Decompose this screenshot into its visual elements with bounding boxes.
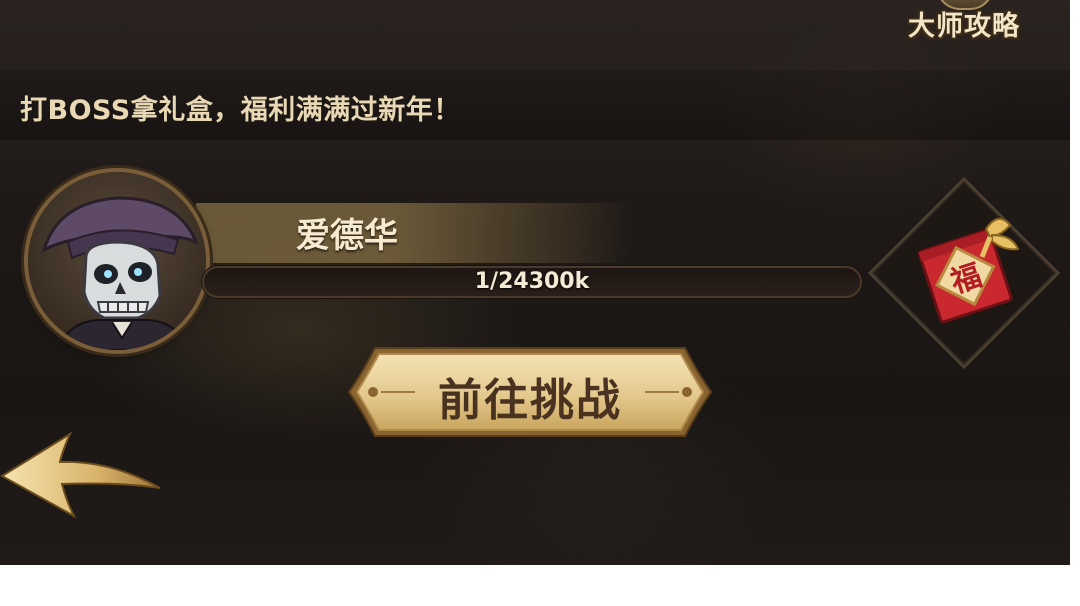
boss-hp-bar: 1/24300k [202,266,862,298]
skeleton-pirate-avatar [41,196,199,350]
back-arrow-icon [0,431,161,519]
game-scene: 大师攻略 打BOSS拿礼盒，福利满满过新年！ 爱德华 1/24300k 福 前往… [0,0,1070,565]
boss-hp-text: 1/24300k [474,269,590,294]
challenge-button[interactable]: 前往挑战 [345,342,715,442]
master-guide-button[interactable]: 大师攻略 [898,0,1030,42]
boss-name-plate [196,203,632,263]
reward-gift-button[interactable]: 福 [900,205,1030,335]
gift-box-icon: 福 [917,218,1020,324]
boss-portrait[interactable] [28,172,206,350]
challenge-button-label: 前往挑战 [438,375,622,426]
back-button[interactable] [0,431,170,522]
master-guide-label: 大师攻略 [908,11,1020,42]
boss-name: 爱德华 [296,216,398,256]
event-banner-text: 打BOSS拿礼盒，福利满满过新年！ [20,95,461,126]
